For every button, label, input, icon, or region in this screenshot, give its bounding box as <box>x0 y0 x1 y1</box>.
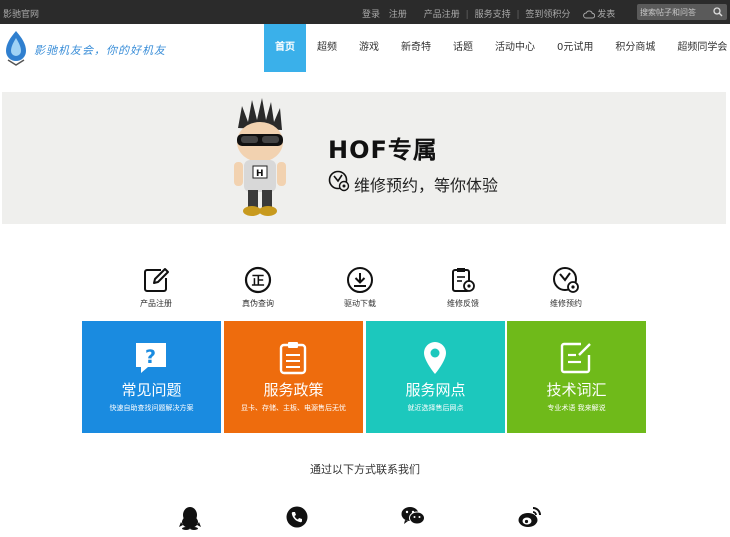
login-link[interactable]: 登录 <box>362 10 380 20</box>
nav-item-overclock-club[interactable]: 超频同学会 <box>666 24 730 72</box>
cloud-upload-icon <box>583 10 596 19</box>
hero-banner[interactable]: H HOF专属 维修预约，等你体验 <box>2 92 726 224</box>
main-nav: 首页 超频 游戏 新奇特 话题 活动中心 0元试用 积分商城 超频同学会 <box>264 24 730 72</box>
nav-item-overclock[interactable]: 超频 <box>306 24 348 72</box>
tile-subtitle: 快速自助查找问题解决方案 <box>109 404 194 412</box>
carousel-dots <box>364 216 376 224</box>
search-icon[interactable] <box>713 7 723 17</box>
svg-text:正: 正 <box>252 274 265 289</box>
download-icon <box>347 267 373 293</box>
tile-title: 技术词汇 <box>546 381 607 399</box>
post-button[interactable]: 发表 <box>583 10 621 20</box>
contact-title: 通过以下方式联系我们 <box>310 463 420 476</box>
nav-item-free-trial[interactable]: 0元试用 <box>546 24 604 72</box>
search-input[interactable] <box>640 5 710 19</box>
nav-item-events[interactable]: 活动中心 <box>484 24 546 72</box>
main-header: 影驰机友会，你的好机友 首页 超频 游戏 新奇特 话题 活动中心 0元试用 积分… <box>0 24 730 72</box>
clock-gear-icon <box>553 267 579 293</box>
tile-title: 服务网点 <box>405 381 466 399</box>
top-bar: 影驰官网 登录 注册 产品注册 | 服务支持 | 签到领积分 发表 <box>0 0 730 24</box>
authentic-icon: 正 <box>244 266 272 294</box>
svg-text:?: ? <box>145 346 156 368</box>
quick-link-authenticity[interactable]: 正 真伪查询 <box>228 266 288 309</box>
quick-link-label: 维修反馈 <box>447 299 479 308</box>
nav-item-topics[interactable]: 话题 <box>442 24 484 72</box>
edit-icon <box>144 268 169 292</box>
quick-link-label: 维修预约 <box>550 299 582 308</box>
document-edit-icon <box>560 342 591 374</box>
tile-service-outlets[interactable]: 服务网点 就近选择售后网点 <box>366 321 505 433</box>
weibo-icon[interactable] <box>518 506 542 528</box>
clipboard-list-icon <box>279 342 307 375</box>
nav-item-novelty[interactable]: 新奇特 <box>390 24 442 72</box>
post-label: 发表 <box>597 10 616 20</box>
nav-item-games[interactable]: 游戏 <box>348 24 390 72</box>
register-link[interactable]: 注册 <box>389 10 407 20</box>
quick-link-repair-feedback[interactable]: 维修反馈 <box>433 266 493 309</box>
quick-link-label: 产品注册 <box>140 299 172 308</box>
banner-title: HOF专属 <box>328 136 438 164</box>
question-bubble-icon: ? <box>136 343 166 373</box>
tile-subtitle: 就近选择售后网点 <box>407 404 464 412</box>
checkin-points-link[interactable]: 签到领积分 <box>525 10 570 20</box>
quick-link-repair-appointment[interactable]: 维修预约 <box>536 266 596 309</box>
divider: | <box>516 10 520 20</box>
top-links: 登录 注册 产品注册 | 服务支持 | 签到领积分 发表 <box>362 7 621 20</box>
nav-item-points-mall[interactable]: 积分商城 <box>604 24 666 72</box>
quick-link-product-register[interactable]: 产品注册 <box>126 266 186 309</box>
quick-link-label: 驱动下载 <box>344 299 376 308</box>
tile-subtitle: 专业术语 我来解说 <box>547 404 606 412</box>
tile-subtitle: 显卡、存储、主板、电源售后无忧 <box>241 404 346 412</box>
slogan: 影驰机友会，你的好机友 <box>34 44 166 57</box>
quick-link-driver-download[interactable]: 驱动下载 <box>330 266 390 309</box>
tile-title: 常见问题 <box>121 381 182 399</box>
svg-text:H: H <box>256 169 264 179</box>
clock-gear-icon <box>328 170 350 192</box>
clipboard-gear-icon <box>452 268 475 292</box>
nav-item-home[interactable]: 首页 <box>264 24 306 72</box>
site-name-link[interactable]: 影驰官网 <box>3 7 39 20</box>
service-support-link[interactable]: 服务支持 <box>475 10 511 20</box>
search-box <box>637 4 727 20</box>
qq-icon[interactable] <box>179 506 201 530</box>
tile-service-policy[interactable]: 服务政策 显卡、存储、主板、电源售后无忧 <box>224 321 363 433</box>
tile-faq[interactable]: ? 常见问题 快速自助查找问题解决方案 <box>82 321 221 433</box>
logo-icon[interactable] <box>4 30 28 66</box>
divider: | <box>465 10 469 20</box>
banner-subtitle: 维修预约，等你体验 <box>354 176 499 195</box>
location-pin-icon <box>424 342 446 374</box>
quick-link-label: 真伪查询 <box>242 299 274 308</box>
phone-icon[interactable] <box>286 506 308 528</box>
wechat-icon[interactable] <box>401 506 425 526</box>
tile-tech-glossary[interactable]: 技术词汇 专业术语 我来解说 <box>507 321 646 433</box>
product-register-link[interactable]: 产品注册 <box>424 10 460 20</box>
tile-title: 服务政策 <box>263 381 324 399</box>
mascot-illustration: H <box>234 98 286 216</box>
